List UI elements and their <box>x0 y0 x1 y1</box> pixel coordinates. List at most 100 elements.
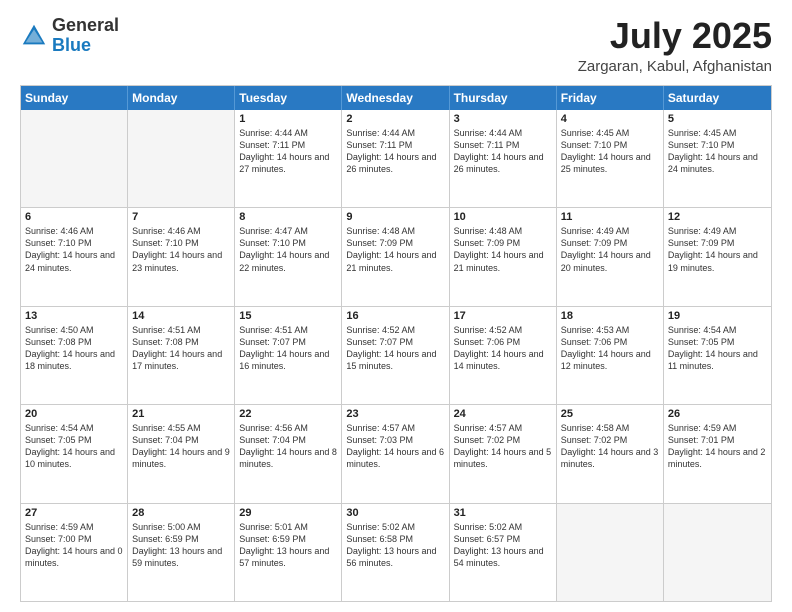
calendar-cell: 27 Sunrise: 4:59 AMSunset: 7:00 PMDayligh… <box>21 504 128 601</box>
calendar: SundayMondayTuesdayWednesdayThursdayFrid… <box>20 85 772 602</box>
cell-details: Sunrise: 4:44 AMSunset: 7:11 PMDaylight:… <box>454 127 552 176</box>
calendar-cell: 6Sunrise: 4:46 AMSunset: 7:10 PMDaylight… <box>21 208 128 305</box>
header-day-monday: Monday <box>128 86 235 110</box>
cell-details: Sunrise: 4:51 AMSunset: 7:07 PMDaylight:… <box>239 324 337 373</box>
calendar-cell: 19 Sunrise: 4:54 AMSunset: 7:05 PMDayligh… <box>664 307 771 404</box>
day-number: 10 <box>454 211 552 223</box>
day-number: 29 <box>239 507 337 519</box>
day-number: 28 <box>132 507 230 519</box>
day-number: 30 <box>346 507 444 519</box>
day-number: 8 <box>239 211 337 223</box>
cell-details: Sunrise: 4:49 AMSunset: 7:09 PMDaylight:… <box>561 225 659 274</box>
day-number: 3 <box>454 113 552 125</box>
logo: General Blue <box>20 16 119 56</box>
cell-details: Sunrise: 4:53 AMSunset: 7:06 PMDaylight:… <box>561 324 659 373</box>
calendar-cell: 25 Sunrise: 4:58 AMSunset: 7:02 PMDayligh… <box>557 405 664 502</box>
cell-details: Sunrise: 5:00 AMSunset: 6:59 PMDaylight:… <box>132 521 230 570</box>
calendar-row-3: 20Sunrise: 4:54 AMSunset: 7:05 PMDayligh… <box>21 404 771 502</box>
cell-details: Sunrise: 4:45 AMSunset: 7:10 PMDaylight:… <box>561 127 659 176</box>
calendar-cell: 9 Sunrise: 4:48 AMSunset: 7:09 PMDaylight… <box>342 208 449 305</box>
logo-blue-text: Blue <box>52 35 91 55</box>
day-number: 31 <box>454 507 552 519</box>
day-number: 26 <box>668 408 767 420</box>
cell-details: Sunrise: 4:48 AMSunset: 7:09 PMDaylight:… <box>346 225 444 274</box>
calendar-cell: 29 Sunrise: 5:01 AMSunset: 6:59 PMDayligh… <box>235 504 342 601</box>
cell-details: Sunrise: 4:57 AMSunset: 7:02 PMDaylight:… <box>454 422 552 471</box>
cell-details: Sunrise: 4:58 AMSunset: 7:02 PMDaylight:… <box>561 422 659 471</box>
calendar-cell: 22Sunrise: 4:56 AMSunset: 7:04 PMDayligh… <box>235 405 342 502</box>
day-number: 17 <box>454 310 552 322</box>
cell-details: Sunrise: 4:54 AMSunset: 7:05 PMDaylight:… <box>25 422 123 471</box>
page: General Blue July 2025 Zargaran, Kabul, … <box>0 0 792 612</box>
calendar-cell: 15 Sunrise: 4:51 AMSunset: 7:07 PMDayligh… <box>235 307 342 404</box>
calendar-cell: 28 Sunrise: 5:00 AMSunset: 6:59 PMDayligh… <box>128 504 235 601</box>
day-number: 11 <box>561 211 659 223</box>
cell-details: Sunrise: 4:47 AMSunset: 7:10 PMDaylight:… <box>239 225 337 274</box>
day-number: 5 <box>668 113 767 125</box>
day-number: 14 <box>132 310 230 322</box>
day-number: 19 <box>668 310 767 322</box>
cell-details: Sunrise: 4:59 AMSunset: 7:01 PMDaylight:… <box>668 422 767 471</box>
calendar-cell: 10Sunrise: 4:48 AMSunset: 7:09 PMDayligh… <box>450 208 557 305</box>
logo-text: General Blue <box>52 16 119 56</box>
day-number: 4 <box>561 113 659 125</box>
cell-details: Sunrise: 4:52 AMSunset: 7:07 PMDaylight:… <box>346 324 444 373</box>
cell-details: Sunrise: 5:01 AMSunset: 6:59 PMDaylight:… <box>239 521 337 570</box>
cell-details: Sunrise: 4:59 AMSunset: 7:00 PMDaylight:… <box>25 521 123 570</box>
day-number: 25 <box>561 408 659 420</box>
header: General Blue July 2025 Zargaran, Kabul, … <box>20 16 772 75</box>
calendar-cell: 2Sunrise: 4:44 AMSunset: 7:11 PMDaylight… <box>342 110 449 207</box>
calendar-cell: 18 Sunrise: 4:53 AMSunset: 7:06 PMDayligh… <box>557 307 664 404</box>
header-day-friday: Friday <box>557 86 664 110</box>
logo-icon <box>20 22 48 50</box>
calendar-cell: 8 Sunrise: 4:47 AMSunset: 7:10 PMDaylight… <box>235 208 342 305</box>
calendar-cell: 3 Sunrise: 4:44 AMSunset: 7:11 PMDaylight… <box>450 110 557 207</box>
calendar-cell: 13 Sunrise: 4:50 AMSunset: 7:08 PMDayligh… <box>21 307 128 404</box>
day-number: 9 <box>346 211 444 223</box>
calendar-cell <box>664 504 771 601</box>
day-number: 18 <box>561 310 659 322</box>
calendar-cell: 7Sunrise: 4:46 AMSunset: 7:10 PMDaylight… <box>128 208 235 305</box>
calendar-cell: 14 Sunrise: 4:51 AMSunset: 7:08 PMDayligh… <box>128 307 235 404</box>
calendar-cell: 21Sunrise: 4:55 AMSunset: 7:04 PMDayligh… <box>128 405 235 502</box>
location: Zargaran, Kabul, Afghanistan <box>578 58 772 75</box>
cell-details: Sunrise: 4:51 AMSunset: 7:08 PMDaylight:… <box>132 324 230 373</box>
calendar-cell <box>21 110 128 207</box>
calendar-cell: 12Sunrise: 4:49 AMSunset: 7:09 PMDayligh… <box>664 208 771 305</box>
calendar-cell: 4 Sunrise: 4:45 AMSunset: 7:10 PMDaylight… <box>557 110 664 207</box>
title-block: July 2025 Zargaran, Kabul, Afghanistan <box>578 16 772 75</box>
cell-details: Sunrise: 4:54 AMSunset: 7:05 PMDaylight:… <box>668 324 767 373</box>
calendar-cell: 31 Sunrise: 5:02 AMSunset: 6:57 PMDayligh… <box>450 504 557 601</box>
cell-details: Sunrise: 4:57 AMSunset: 7:03 PMDaylight:… <box>346 422 444 471</box>
day-number: 27 <box>25 507 123 519</box>
cell-details: Sunrise: 5:02 AMSunset: 6:57 PMDaylight:… <box>454 521 552 570</box>
calendar-cell: 17 Sunrise: 4:52 AMSunset: 7:06 PMDayligh… <box>450 307 557 404</box>
cell-details: Sunrise: 4:46 AMSunset: 7:10 PMDaylight:… <box>25 225 123 274</box>
cell-details: Sunrise: 4:50 AMSunset: 7:08 PMDaylight:… <box>25 324 123 373</box>
day-number: 24 <box>454 408 552 420</box>
day-number: 15 <box>239 310 337 322</box>
calendar-cell: 20Sunrise: 4:54 AMSunset: 7:05 PMDayligh… <box>21 405 128 502</box>
header-day-tuesday: Tuesday <box>235 86 342 110</box>
calendar-cell: 16 Sunrise: 4:52 AMSunset: 7:07 PMDayligh… <box>342 307 449 404</box>
calendar-row-1: 6Sunrise: 4:46 AMSunset: 7:10 PMDaylight… <box>21 207 771 305</box>
cell-details: Sunrise: 4:44 AMSunset: 7:11 PMDaylight:… <box>239 127 337 176</box>
day-number: 7 <box>132 211 230 223</box>
day-number: 12 <box>668 211 767 223</box>
day-number: 1 <box>239 113 337 125</box>
cell-details: Sunrise: 4:52 AMSunset: 7:06 PMDaylight:… <box>454 324 552 373</box>
calendar-cell: 26 Sunrise: 4:59 AMSunset: 7:01 PMDayligh… <box>664 405 771 502</box>
calendar-body: 1 Sunrise: 4:44 AMSunset: 7:11 PMDaylight… <box>21 110 771 601</box>
calendar-cell: 5 Sunrise: 4:45 AMSunset: 7:10 PMDaylight… <box>664 110 771 207</box>
month-title: July 2025 <box>578 16 772 56</box>
cell-details: Sunrise: 4:44 AMSunset: 7:11 PMDaylight:… <box>346 127 444 176</box>
calendar-cell: 23 Sunrise: 4:57 AMSunset: 7:03 PMDayligh… <box>342 405 449 502</box>
day-number: 16 <box>346 310 444 322</box>
cell-details: Sunrise: 4:45 AMSunset: 7:10 PMDaylight:… <box>668 127 767 176</box>
calendar-row-4: 27 Sunrise: 4:59 AMSunset: 7:00 PMDayligh… <box>21 503 771 601</box>
day-number: 22 <box>239 408 337 420</box>
day-number: 23 <box>346 408 444 420</box>
calendar-row-2: 13 Sunrise: 4:50 AMSunset: 7:08 PMDayligh… <box>21 306 771 404</box>
calendar-cell: 11 Sunrise: 4:49 AMSunset: 7:09 PMDayligh… <box>557 208 664 305</box>
day-number: 13 <box>25 310 123 322</box>
